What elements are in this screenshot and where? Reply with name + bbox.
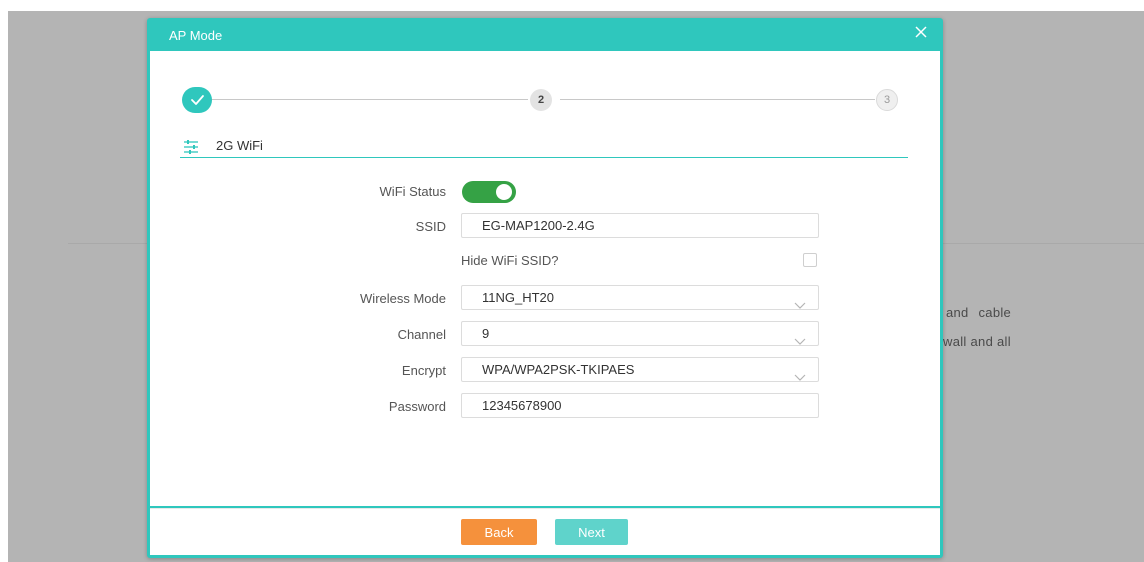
encrypt-value: WPA/WPA2PSK-TKIPAES <box>482 362 635 377</box>
dialog-title: AP Mode <box>169 28 223 43</box>
step-2-indicator: 2 <box>530 89 552 111</box>
ssid-input[interactable]: EG-MAP1200-2.4G <box>461 213 819 238</box>
encrypt-select[interactable]: WPA/WPA2PSK-TKIPAES <box>461 357 819 382</box>
step-1-complete <box>182 87 212 113</box>
wireless-mode-select[interactable]: 11NG_HT20 <box>461 285 819 310</box>
background-text-1: and cable <box>946 305 1012 320</box>
step-connector-1 <box>210 99 528 100</box>
chevron-down-icon <box>794 330 806 345</box>
dialog-header: AP Mode <box>147 18 943 51</box>
wireless-mode-label: Wireless Mode <box>360 291 446 306</box>
check-icon <box>182 95 212 116</box>
password-label: Password <box>388 399 446 414</box>
next-button[interactable]: Next <box>555 519 628 545</box>
close-icon[interactable] <box>913 24 929 40</box>
dialog-footer: Back Next <box>150 508 940 555</box>
background-text-2: wall and all <box>943 334 1011 349</box>
wifi-status-toggle[interactable] <box>462 181 516 203</box>
channel-select[interactable]: 9 <box>461 321 819 346</box>
password-input[interactable]: 12345678900 <box>461 393 819 418</box>
dialog-body: 2 3 2G WiFi WiFi Status SSID EG-MAP1200-… <box>150 51 940 506</box>
step-connector-2 <box>560 99 875 100</box>
hide-ssid-checkbox[interactable] <box>803 253 817 267</box>
channel-label: Channel <box>397 327 446 342</box>
ssid-label: SSID <box>415 219 446 234</box>
section-title: 2G WiFi <box>216 138 263 153</box>
channel-value: 9 <box>482 326 490 341</box>
step-3-indicator: 3 <box>876 89 898 111</box>
back-button[interactable]: Back <box>461 519 537 545</box>
chevron-down-icon <box>794 366 806 381</box>
chevron-down-icon <box>794 294 806 309</box>
hide-ssid-label: Hide WiFi SSID? <box>461 253 559 268</box>
encrypt-label: Encrypt <box>401 363 446 378</box>
toggle-knob <box>496 184 512 200</box>
section-underline <box>180 157 908 158</box>
wifi-status-label: WiFi Status <box>379 184 446 199</box>
wireless-mode-value: 11NG_HT20 <box>482 290 555 305</box>
sliders-icon <box>183 140 199 154</box>
ap-mode-dialog: AP Mode 2 3 2G WiFi WiFi Status SSID EG-… <box>147 18 943 558</box>
